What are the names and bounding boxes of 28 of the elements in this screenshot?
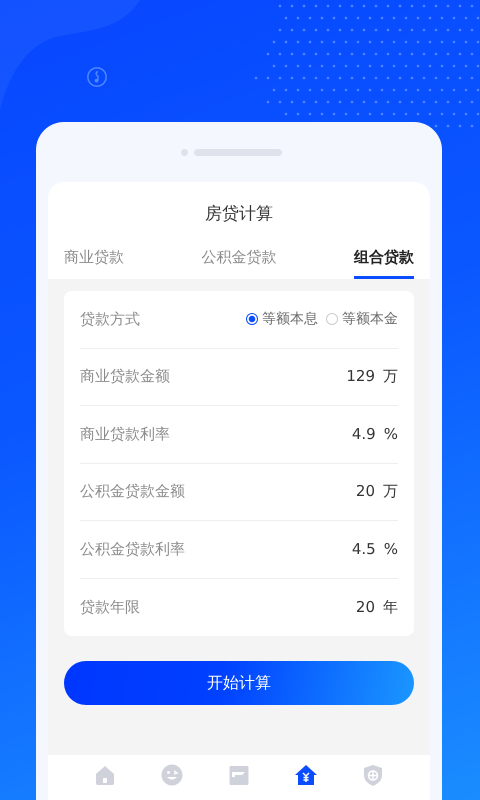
field-label: 公积金贷款金额 [80,482,185,502]
field-label: 贷款方式 [80,310,140,329]
radio-option[interactable]: 等额本息 [246,310,318,328]
value-text[interactable]: 4.5 [352,540,376,558]
value-text[interactable]: 20 [356,598,375,617]
music-note-icon [86,66,108,88]
card-icon[interactable] [226,763,251,787]
unit-text: 万 [383,367,398,386]
field-label: 贷款年限 [80,598,140,617]
radio-button[interactable] [246,313,258,326]
unit-text: 年 [383,598,398,617]
value-text[interactable]: 20 [356,482,375,502]
value-text[interactable]: 4.9 [352,425,376,444]
unit-text: 万 [383,482,398,502]
value-text[interactable]: 129 [346,367,375,386]
house-yen-icon[interactable] [294,763,318,787]
radio-option[interactable]: 等额本金 [326,310,398,328]
tab[interactable]: 组合贷款 [354,232,414,279]
field-label: 公积金贷款利率 [80,540,185,559]
calculate-button[interactable]: 开始计算 [64,661,414,705]
page-title: 房贷计算 [204,203,274,226]
option-label: 等额本息 [262,310,318,328]
field-label: 商业贷款利率 [80,424,170,444]
smiley-icon[interactable] [160,763,184,787]
field-label: 商业贷款金额 [80,367,170,386]
option-label: 等额本金 [342,310,398,328]
unit-text: % [384,540,398,558]
unit-text: % [384,425,398,444]
